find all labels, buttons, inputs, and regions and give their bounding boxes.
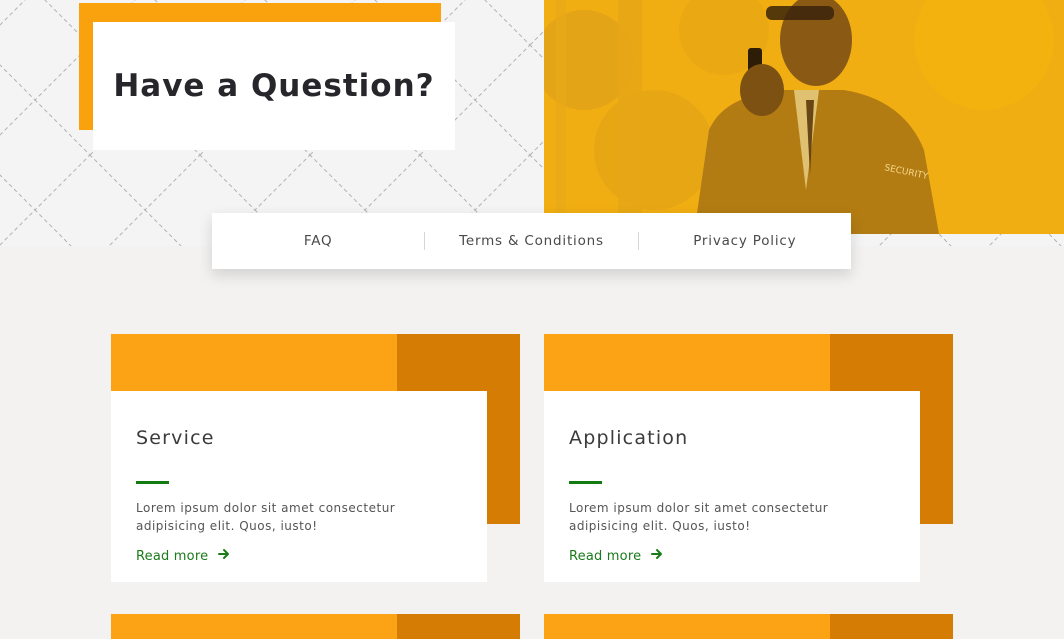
application-card: Application Lorem ipsum dolor sit amet c… <box>544 334 953 582</box>
card-text-line: adipisicing elit. Quos, iusto! <box>136 519 318 533</box>
card-text-line: Lorem ipsum dolor sit amet consectetur <box>569 501 829 515</box>
card-description: Lorem ipsum dolor sit amet consectetur a… <box>136 499 462 535</box>
card-accent-light <box>544 334 830 391</box>
card-title: Service <box>136 427 215 449</box>
card-stub-accent-light <box>111 614 397 639</box>
tab-terms-conditions[interactable]: Terms & Conditions <box>425 233 637 249</box>
service-card: Service Lorem ipsum dolor sit amet conse… <box>111 334 520 582</box>
read-more-link[interactable]: Read more <box>569 548 663 564</box>
card-stub-accent-light <box>544 614 830 639</box>
card-divider <box>569 481 602 484</box>
read-more-label: Read more <box>569 548 642 564</box>
arrow-right-icon <box>218 548 230 564</box>
card-body: Service Lorem ipsum dolor sit amet conse… <box>111 391 487 582</box>
card-text-line: adipisicing elit. Quos, iusto! <box>569 519 751 533</box>
card-title: Application <box>569 427 689 449</box>
read-more-link[interactable]: Read more <box>136 548 230 564</box>
tab-nav: FAQ Terms & Conditions Privacy Policy <box>212 213 851 269</box>
card-description: Lorem ipsum dolor sit amet consectetur a… <box>569 499 895 535</box>
read-more-label: Read more <box>136 548 209 564</box>
card-divider <box>136 481 169 484</box>
arrow-right-icon <box>651 548 663 564</box>
tab-faq[interactable]: FAQ <box>212 233 424 249</box>
hero-photo: SECURITY <box>544 0 1064 234</box>
card-body: Application Lorem ipsum dolor sit amet c… <box>544 391 920 582</box>
page-title: Have a Question? <box>113 68 435 104</box>
title-box: Have a Question? <box>93 22 455 150</box>
security-guard-image: SECURITY <box>544 0 1064 234</box>
card-stub-accent-dark <box>830 614 953 639</box>
tab-privacy-policy[interactable]: Privacy Policy <box>639 233 851 249</box>
card-stub-accent-dark <box>397 614 520 639</box>
card-accent-light <box>111 334 397 391</box>
card-text-line: Lorem ipsum dolor sit amet consectetur <box>136 501 396 515</box>
